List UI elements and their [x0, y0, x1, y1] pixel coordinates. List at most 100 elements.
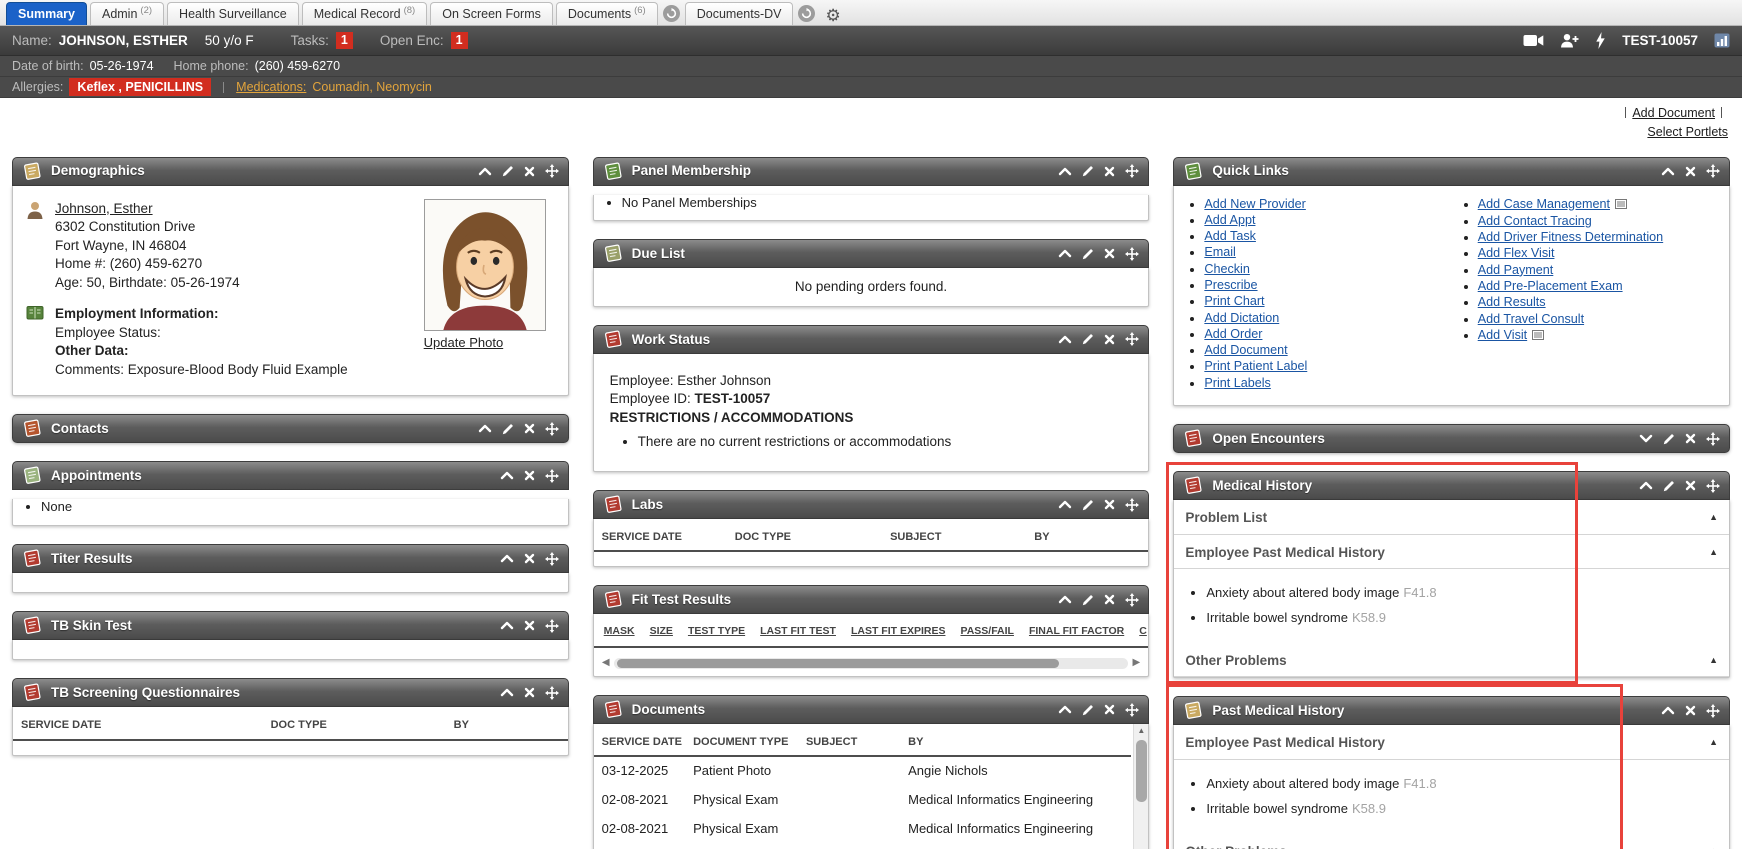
quick-link[interactable]: Print Chart [1204, 294, 1264, 308]
quick-link[interactable]: Add Driver Fitness Determination [1478, 230, 1663, 244]
move-icon[interactable] [545, 686, 559, 700]
quick-link[interactable]: Prescribe [1204, 278, 1257, 292]
tab-documents[interactable]: Documents (6) [556, 2, 658, 25]
collapse-icon[interactable] [500, 471, 514, 480]
column-header[interactable]: LAST FIT EXPIRES [851, 625, 946, 639]
close-icon[interactable] [1685, 166, 1696, 177]
column-header[interactable]: SERVICE DATE [13, 707, 263, 739]
move-icon[interactable] [1125, 247, 1139, 261]
move-icon[interactable] [1125, 164, 1139, 178]
scroll-thumb[interactable] [1136, 740, 1147, 802]
close-icon[interactable] [524, 620, 535, 631]
scroll-right-icon[interactable]: ▶ [1128, 658, 1144, 668]
section-other-problems[interactable]: Other Problems ▲ [1174, 643, 1729, 678]
quick-link[interactable]: Add Task [1204, 229, 1256, 243]
edit-icon[interactable] [1082, 165, 1094, 177]
edit-icon[interactable] [1082, 594, 1094, 606]
collapse-icon[interactable] [478, 167, 492, 176]
edit-icon[interactable] [1663, 480, 1675, 492]
open-enc-badge[interactable]: 1 [451, 32, 468, 49]
quick-link[interactable]: Add Results [1478, 295, 1546, 309]
column-header[interactable]: BY [900, 724, 1131, 756]
scroll-up-icon[interactable]: ▲ [1137, 724, 1145, 738]
bar-chart-icon[interactable] [1714, 33, 1730, 48]
lightning-icon[interactable] [1595, 32, 1606, 49]
collapse-icon[interactable] [1058, 595, 1072, 604]
move-icon[interactable] [545, 552, 559, 566]
update-photo-link[interactable]: Update Photo [424, 335, 504, 352]
collapse-icon[interactable] [1058, 167, 1072, 176]
move-icon[interactable] [1706, 704, 1720, 718]
edit-icon[interactable] [502, 423, 514, 435]
collapse-icon[interactable] [1058, 335, 1072, 344]
medications-link[interactable]: Medications: [236, 79, 306, 95]
collapse-icon[interactable] [1661, 706, 1675, 715]
close-icon[interactable] [524, 166, 535, 177]
collapse-icon[interactable] [500, 688, 514, 697]
tab-medical-record[interactable]: Medical Record (8) [302, 2, 427, 25]
quick-link[interactable]: Add Flex Visit [1478, 246, 1555, 260]
close-icon[interactable] [1104, 334, 1115, 345]
close-icon[interactable] [1104, 166, 1115, 177]
quick-link[interactable]: Add New Provider [1204, 197, 1306, 211]
column-header[interactable]: SERVICE DATE [594, 724, 685, 756]
horizontal-scrollbar[interactable]: ◀ ▶ [598, 655, 1145, 671]
move-icon[interactable] [545, 422, 559, 436]
expand-icon[interactable] [1639, 434, 1653, 443]
close-icon[interactable] [1685, 433, 1696, 444]
move-icon[interactable] [1706, 164, 1720, 178]
quick-link[interactable]: Add Document [1204, 343, 1287, 357]
move-icon[interactable] [1125, 332, 1139, 346]
column-header[interactable]: C [1139, 625, 1147, 639]
edit-icon[interactable] [502, 165, 514, 177]
quick-link[interactable]: Email [1204, 245, 1236, 259]
column-header[interactable]: SUBJECT [882, 519, 1026, 551]
column-header[interactable]: MASK [604, 625, 635, 639]
close-icon[interactable] [1685, 705, 1696, 716]
move-icon[interactable] [545, 619, 559, 633]
column-header[interactable]: BY [1026, 519, 1148, 551]
move-icon[interactable] [1125, 498, 1139, 512]
collapse-icon[interactable] [1058, 500, 1072, 509]
move-icon[interactable] [545, 469, 559, 483]
collapse-icon[interactable] [1639, 481, 1653, 490]
close-icon[interactable] [524, 470, 535, 481]
close-icon[interactable] [1104, 248, 1115, 259]
document-row[interactable]: 03-12-2025 Patient Photo Angie Nichols [594, 756, 1132, 786]
quick-link[interactable]: Add Case Management [1478, 197, 1610, 211]
quick-link[interactable]: Add Contact Tracing [1478, 214, 1592, 228]
column-header[interactable]: SIZE [650, 625, 673, 639]
edit-icon[interactable] [1082, 704, 1094, 716]
collapse-icon[interactable] [500, 554, 514, 563]
collapse-icon[interactable] [1058, 705, 1072, 714]
quick-link[interactable]: Add Appt [1204, 213, 1255, 227]
column-header[interactable]: LAST FIT TEST [760, 625, 836, 639]
close-icon[interactable] [524, 553, 535, 564]
add-document-link[interactable]: Add Document [1632, 106, 1715, 120]
move-icon[interactable] [545, 164, 559, 178]
tasks-badge[interactable]: 1 [336, 32, 353, 49]
close-icon[interactable] [1104, 594, 1115, 605]
allergies-badge[interactable]: Keflex , PENICILLINS [69, 78, 211, 96]
quick-link[interactable]: Add Payment [1478, 263, 1554, 277]
close-icon[interactable] [1104, 704, 1115, 715]
quick-link[interactable]: Add Visit [1478, 328, 1527, 342]
column-header[interactable]: BY [446, 707, 568, 739]
document-row[interactable]: 02-08-2021 Physical Exam Medical Informa… [594, 815, 1132, 844]
column-header[interactable]: DOCUMENT TYPE [685, 724, 798, 756]
tab-on-screen-forms[interactable]: On Screen Forms [430, 2, 553, 25]
tab-documents-dv[interactable]: Documents-DV [685, 2, 794, 25]
patient-name-link[interactable]: Johnson, Esther [55, 201, 153, 216]
section-collapse-icon[interactable]: ▲ [1709, 737, 1718, 749]
collapse-icon[interactable] [1661, 167, 1675, 176]
quick-link[interactable]: Add Dictation [1204, 311, 1279, 325]
move-icon[interactable] [1706, 432, 1720, 446]
document-row[interactable]: 02-08-2021 Physical Exam Medical Informa… [594, 786, 1132, 815]
add-person-icon[interactable] [1560, 33, 1579, 48]
section-employee-past-medical-history[interactable]: Employee Past Medical History ▲ [1174, 535, 1729, 570]
scroll-thumb[interactable] [617, 659, 1060, 668]
close-icon[interactable] [1104, 499, 1115, 510]
column-header[interactable]: SERVICE DATE [594, 519, 727, 551]
edit-icon[interactable] [1663, 433, 1675, 445]
vertical-scrollbar[interactable]: ▲ [1133, 724, 1148, 849]
